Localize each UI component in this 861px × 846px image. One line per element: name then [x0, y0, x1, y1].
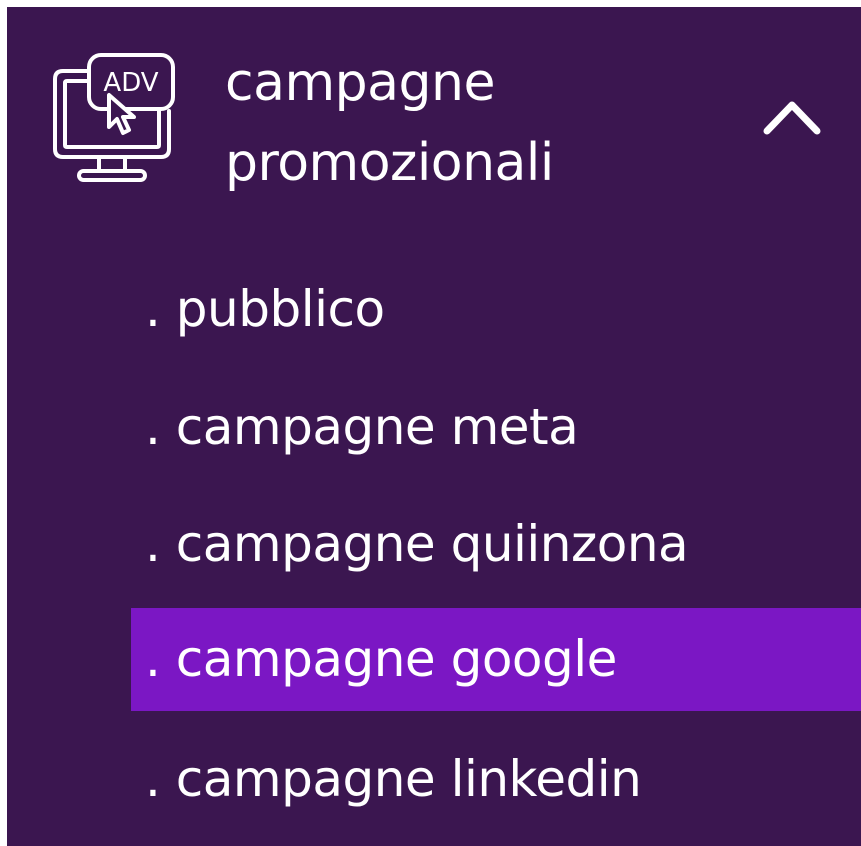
- adv-icon-text: ADV: [103, 68, 158, 98]
- menu-item-campagne-linkedin[interactable]: . campagne linkedin: [131, 728, 861, 831]
- menu-item-label: . pubblico: [145, 280, 385, 338]
- menu-item-label: . campagne meta: [145, 398, 579, 456]
- section-title: campagne promozionali: [225, 43, 725, 203]
- section-title-line-1: campagne: [225, 53, 495, 113]
- chevron-up-icon[interactable]: [760, 95, 824, 139]
- adv-monitor-icon: ADV: [53, 53, 175, 182]
- menu-item-label: . campagne linkedin: [145, 750, 642, 808]
- sidebar-menu: ADV campagne promozionali . pubblico . c…: [7, 7, 861, 846]
- section-header-campagne-promozionali[interactable]: ADV campagne promozionali: [7, 7, 861, 217]
- menu-item-label: . campagne google: [145, 630, 617, 688]
- menu-item-campagne-quiinzona[interactable]: . campagne quiinzona: [131, 493, 861, 596]
- menu-item-campagne-google[interactable]: . campagne google: [131, 608, 861, 711]
- menu-item-label: . campagne quiinzona: [145, 515, 689, 573]
- menu-item-pubblico[interactable]: . pubblico: [131, 258, 861, 361]
- section-title-line-2: promozionali: [225, 133, 554, 193]
- menu-item-campagne-meta[interactable]: . campagne meta: [131, 376, 861, 479]
